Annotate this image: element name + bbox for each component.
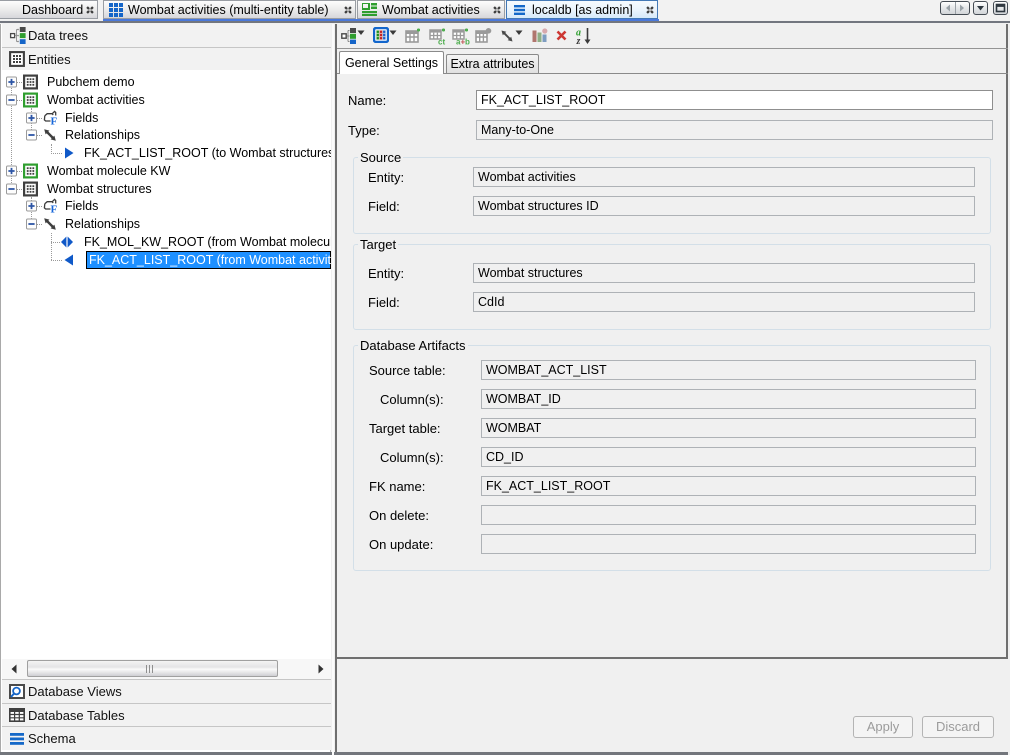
svg-text:ct: ct	[438, 38, 445, 46]
svg-text:b: b	[465, 38, 470, 46]
svg-text:z: z	[576, 36, 581, 45]
svg-text:F: F	[51, 204, 58, 214]
svg-text:F: F	[51, 116, 58, 126]
